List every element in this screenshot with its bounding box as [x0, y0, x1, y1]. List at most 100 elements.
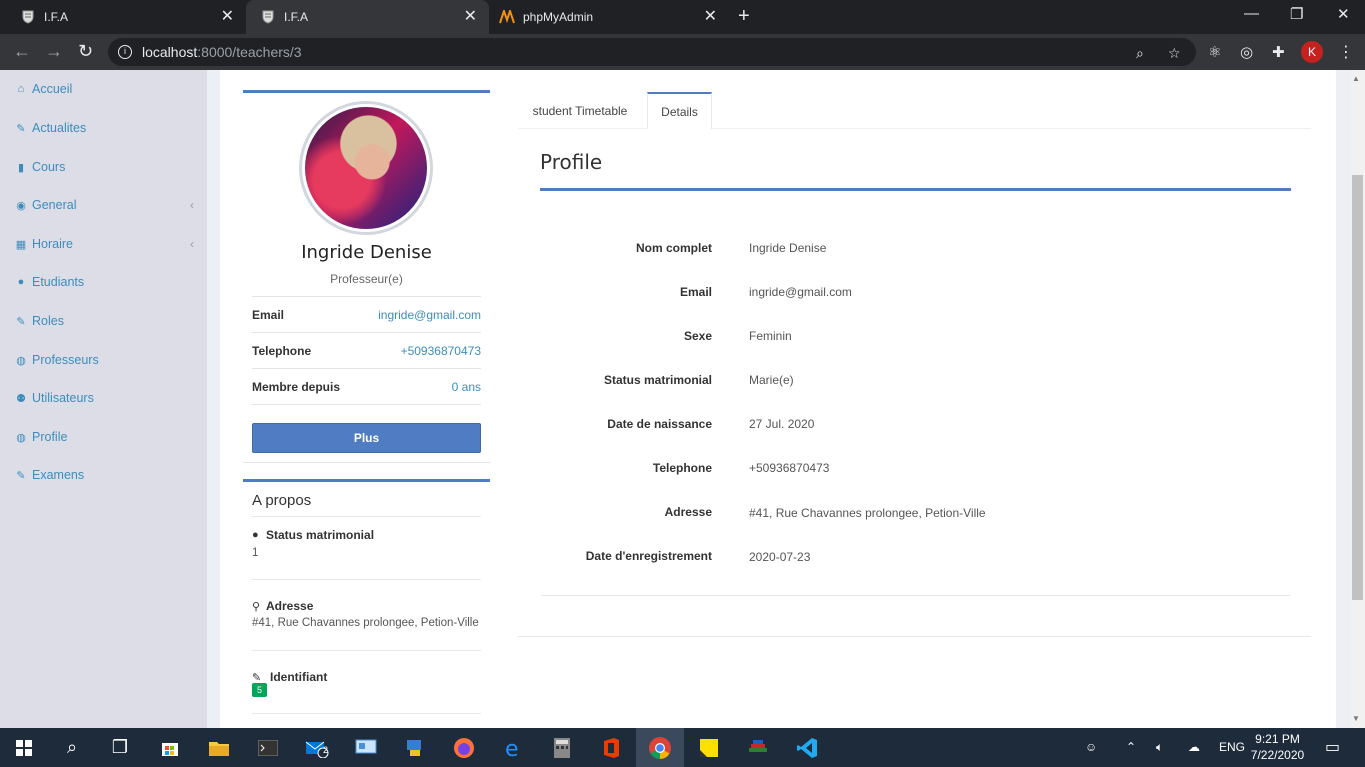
sidebar-item-etudiants[interactable]: ● Etudiants	[14, 272, 194, 292]
info-row-telephone: Telephone +50936870473	[252, 341, 481, 361]
sidebar-item-accueil[interactable]: ⌂ Accueil	[14, 79, 194, 99]
address-bar[interactable]: i localhost:8000/teachers/3 ⌕ ☆	[108, 38, 1196, 66]
info-value-link[interactable]: 0 ans	[452, 380, 481, 394]
books-app-icon[interactable]	[734, 728, 782, 767]
forward-icon[interactable]: →	[45, 42, 63, 60]
terminal-icon[interactable]	[244, 728, 292, 767]
file-explorer-icon[interactable]	[195, 728, 243, 767]
scroll-down-icon[interactable]: ▼	[1352, 714, 1360, 723]
taskbar-clock[interactable]: 9:21 PM 7/22/2020	[1250, 731, 1305, 763]
sidebar-item-general[interactable]: ◉ General ‹	[14, 195, 194, 215]
office-icon[interactable]	[587, 728, 635, 767]
reload-icon[interactable]: ↻	[78, 42, 93, 60]
scrollbar-thumb[interactable]	[1352, 175, 1363, 600]
detail-value: +50936870473	[749, 461, 830, 475]
calculator-icon[interactable]	[538, 728, 586, 767]
calendar-icon: ▦	[15, 238, 27, 251]
extension-circle-icon[interactable]: ◎	[1240, 43, 1253, 61]
notifications-icon[interactable]: ▭	[1325, 737, 1340, 757]
ifa-logo-icon	[20, 9, 36, 25]
close-icon[interactable]: ✕	[704, 9, 717, 25]
detail-label: Email	[679, 285, 712, 299]
profile-role: Professeur(e)	[330, 272, 403, 286]
network-app-icon[interactable]	[391, 728, 439, 767]
user-circle-icon: ◍	[16, 431, 26, 444]
info-value-link[interactable]: ingride@gmail.com	[378, 308, 481, 322]
info-value-link[interactable]: +50936870473	[401, 344, 481, 358]
people-icon[interactable]: ☺	[1085, 740, 1097, 754]
sidebar: ⌂ Accueil ✎ Actualites ▮ Cours ◉ General ‹ ▦ H…	[0, 70, 207, 728]
window-close-icon[interactable]: ✕	[1337, 5, 1350, 23]
tab-student-timetable[interactable]: student Timetable	[518, 92, 642, 129]
sidebar-item-actualites[interactable]: ✎ Actualites	[14, 118, 194, 138]
restore-icon[interactable]: ❐	[1290, 5, 1303, 23]
detail-value: #41, Rue Chavannes prolongee, Petion-Vil…	[749, 506, 986, 520]
apropos-label-identifiant: ✎ Identifiant	[252, 670, 328, 684]
language-indicator[interactable]: ENG	[1219, 740, 1245, 754]
detail-label: Date d'enregistrement	[585, 549, 712, 563]
mail-icon[interactable]: 2	[293, 728, 341, 767]
site-info-icon[interactable]: i	[118, 45, 132, 59]
windows-start-icon[interactable]	[0, 728, 48, 767]
page-area: ⌂ Accueil ✎ Actualites ▮ Cours ◉ General ‹ ▦ H…	[0, 70, 1365, 728]
edge-icon[interactable]: e	[489, 728, 537, 767]
clock-time: 9:21 PM	[1255, 732, 1300, 746]
sidebar-item-horaire[interactable]: ▦ Horaire ‹	[14, 234, 194, 254]
firefox-icon[interactable]	[440, 728, 488, 767]
sidebar-item-utilisateurs[interactable]: ⚉ Utilisateurs	[14, 388, 194, 408]
chrome-icon[interactable]	[636, 728, 684, 767]
divider	[252, 296, 481, 297]
back-icon[interactable]: ←	[13, 42, 31, 60]
browser-profile-avatar[interactable]: K	[1301, 41, 1323, 63]
browser-tab-2[interactable]: I.F.A ✕	[246, 0, 489, 34]
users-icon: ⚉	[16, 392, 26, 405]
chevron-up-icon[interactable]: ⌃	[1126, 740, 1136, 754]
search-icon[interactable]: ⌕	[48, 728, 96, 767]
apropos-label-adresse: ⚲ Adresse	[252, 599, 314, 613]
sidebar-item-examens[interactable]: ✎ Examens	[14, 465, 194, 485]
volume-icon[interactable]: 🔈︎	[1156, 740, 1163, 755]
detail-value: 2020-07-23	[749, 550, 811, 564]
tab-details[interactable]: Details	[647, 92, 712, 129]
sidebar-item-roles[interactable]: ✎ Roles	[14, 311, 194, 331]
new-tab-icon[interactable]: +	[738, 6, 750, 26]
bookmark-star-icon[interactable]: ☆	[1168, 45, 1181, 62]
user-circle-icon: ◍	[16, 354, 26, 367]
remote-desktop-icon[interactable]	[342, 728, 390, 767]
divider	[243, 462, 490, 463]
sidebar-item-cours[interactable]: ▮ Cours	[14, 157, 194, 177]
close-icon[interactable]: ✕	[464, 9, 477, 25]
detail-value: Marie(e)	[749, 373, 794, 387]
apropos-label-status: ● Status matrimonial	[252, 528, 375, 542]
detail-value: Feminin	[749, 329, 792, 343]
react-devtools-icon[interactable]: ⚛	[1208, 43, 1221, 61]
divider	[252, 332, 481, 333]
edit-icon: ✎	[16, 469, 26, 482]
extensions-puzzle-icon[interactable]: ✚	[1272, 43, 1285, 61]
url-text: localhost:8000/teachers/3	[142, 44, 302, 60]
tab-title: I.F.A	[284, 10, 309, 24]
sidebar-item-professeurs[interactable]: ◍ Professeurs	[14, 350, 194, 370]
tab-title: phpMyAdmin	[523, 10, 594, 24]
minimize-icon[interactable]: —	[1244, 5, 1259, 22]
plus-button[interactable]: Plus	[252, 423, 481, 453]
task-view-icon[interactable]: ❐	[96, 728, 144, 767]
vscode-icon[interactable]	[783, 728, 831, 767]
browser-menu-icon[interactable]: ⋮	[1338, 42, 1354, 62]
browser-tab-1[interactable]: I.F.A ✕	[0, 0, 246, 34]
sidebar-item-profile[interactable]: ◍ Profile	[14, 427, 194, 447]
divider	[252, 368, 481, 369]
info-label: Membre depuis	[252, 380, 341, 394]
scroll-up-icon[interactable]: ▲	[1352, 74, 1360, 83]
phpmyadmin-logo-icon	[499, 9, 515, 25]
zoom-icon[interactable]: ⌕	[1136, 45, 1144, 62]
apropos-value-adresse: #41, Rue Chavannes prolongee, Petion-Vil…	[252, 617, 479, 629]
sticky-notes-icon[interactable]	[685, 728, 733, 767]
store-icon[interactable]	[146, 728, 194, 767]
home-icon: ⌂	[17, 83, 25, 95]
close-icon[interactable]: ✕	[221, 9, 234, 25]
onedrive-icon[interactable]: ☁	[1188, 740, 1200, 754]
browser-tab-3[interactable]: phpMyAdmin ✕	[489, 0, 729, 34]
divider	[252, 713, 481, 714]
detail-label: Nom complet	[635, 241, 712, 255]
